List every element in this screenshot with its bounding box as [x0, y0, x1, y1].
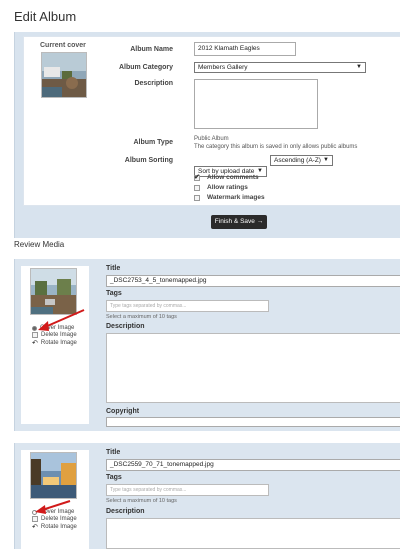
- delete-image-label: Delete Image: [41, 516, 77, 522]
- cover-image-option[interactable]: Cover Image: [32, 325, 74, 331]
- allow-comments-label: Allow comments: [207, 174, 259, 181]
- delete-image-option[interactable]: Delete Image: [32, 516, 77, 522]
- edit-album-panel: Current cover Album Name 2012 Klamath Ea…: [14, 32, 400, 238]
- media-side-panel: Cover Image Delete Image ↶ Rotate Image: [21, 266, 89, 424]
- allow-comments-option[interactable]: Allow comments: [194, 173, 259, 181]
- delete-image-option[interactable]: Delete Image: [32, 332, 77, 338]
- media-tags-hint: Select a maximum of 10 tags: [106, 314, 177, 320]
- album-name-label: Album Name: [130, 46, 173, 53]
- media-title-label: Title: [106, 449, 121, 456]
- media-copyright-label: Copyright: [106, 408, 140, 415]
- media-description-textarea[interactable]: [106, 518, 400, 549]
- chevron-down-icon: ▼: [356, 64, 362, 70]
- media-title-input[interactable]: _DSC2559_70_71_tonemapped.jpg: [106, 459, 400, 471]
- media-description-label: Description: [106, 323, 145, 330]
- media-copyright-input[interactable]: [106, 417, 400, 427]
- album-description-textarea[interactable]: [194, 79, 318, 129]
- album-category-label: Album Category: [118, 64, 173, 71]
- allow-ratings-checkbox[interactable]: [194, 184, 200, 191]
- rotate-icon: ↶: [32, 524, 38, 531]
- media-tags-input[interactable]: Type tags separated by commas...: [106, 484, 269, 496]
- review-media-title: Review Media: [14, 240, 65, 249]
- allow-ratings-option[interactable]: Allow ratings: [194, 184, 248, 191]
- media-thumbnail[interactable]: [30, 452, 77, 499]
- delete-image-checkbox[interactable]: [32, 516, 38, 522]
- allow-ratings-label: Allow ratings: [207, 184, 248, 191]
- rotate-image-label: Rotate Image: [40, 340, 77, 346]
- rotate-image-option[interactable]: ↶ Rotate Image: [32, 339, 77, 347]
- sort-order-select[interactable]: Ascending (A-Z) ▼: [270, 155, 333, 166]
- watermark-images-option[interactable]: Watermark images: [194, 194, 265, 201]
- chevron-down-icon: ▼: [323, 157, 329, 163]
- allow-comments-checkbox[interactable]: [194, 173, 200, 181]
- media-card: Cover Image Delete Image ↶ Rotate Image …: [14, 443, 400, 549]
- delete-image-label: Delete Image: [41, 332, 77, 338]
- media-side-panel: Cover Image Delete Image ↶ Rotate Image: [21, 450, 89, 549]
- album-type-info: Public Album The category this album is …: [194, 136, 394, 151]
- watermark-images-label: Watermark images: [207, 194, 265, 201]
- media-title-input[interactable]: _DSC2753_4_5_tonemapped.jpg: [106, 275, 400, 287]
- album-sorting-label: Album Sorting: [124, 157, 173, 164]
- media-title-label: Title: [106, 265, 121, 272]
- media-tags-label: Tags: [106, 290, 122, 297]
- media-tags-hint: Select a maximum of 10 tags: [106, 498, 177, 504]
- delete-image-checkbox[interactable]: [32, 332, 38, 338]
- album-name-input[interactable]: 2012 Klamath Eagles: [194, 42, 296, 56]
- media-tags-label: Tags: [106, 474, 122, 481]
- media-card: Cover Image Delete Image ↶ Rotate Image …: [14, 259, 400, 431]
- finish-save-button[interactable]: Finish & Save →: [211, 215, 267, 229]
- sort-order-value: Ascending (A-Z): [274, 157, 321, 164]
- rotate-image-option[interactable]: ↶ Rotate Image: [32, 523, 77, 531]
- watermark-images-checkbox[interactable]: [194, 194, 200, 201]
- media-description-textarea[interactable]: [106, 333, 400, 403]
- cover-thumbnail: [41, 52, 87, 98]
- cover-image-option[interactable]: Cover Image: [32, 509, 74, 515]
- cover-image-radio[interactable]: [32, 325, 37, 331]
- rotate-icon: ↶: [32, 340, 38, 347]
- cover-image-label: Cover Image: [40, 509, 75, 515]
- album-type-value: Public Album: [194, 136, 229, 142]
- cover-image-label: Cover Image: [40, 325, 75, 331]
- current-cover-label: Current cover: [40, 42, 86, 49]
- media-tags-input[interactable]: Type tags separated by commas...: [106, 300, 269, 312]
- album-category-select[interactable]: Members Gallery ▼: [194, 62, 366, 73]
- album-type-label: Album Type: [133, 139, 173, 146]
- description-label: Description: [134, 80, 173, 87]
- media-thumbnail[interactable]: [30, 268, 77, 315]
- page-title: Edit Album: [14, 9, 77, 24]
- rotate-image-label: Rotate Image: [40, 524, 77, 530]
- album-category-value: Members Gallery: [198, 64, 248, 71]
- media-description-label: Description: [106, 508, 145, 515]
- album-type-note: The category this album is saved in only…: [194, 143, 358, 150]
- cover-image-radio[interactable]: [32, 509, 37, 515]
- album-form: Current cover Album Name 2012 Klamath Ea…: [23, 36, 400, 206]
